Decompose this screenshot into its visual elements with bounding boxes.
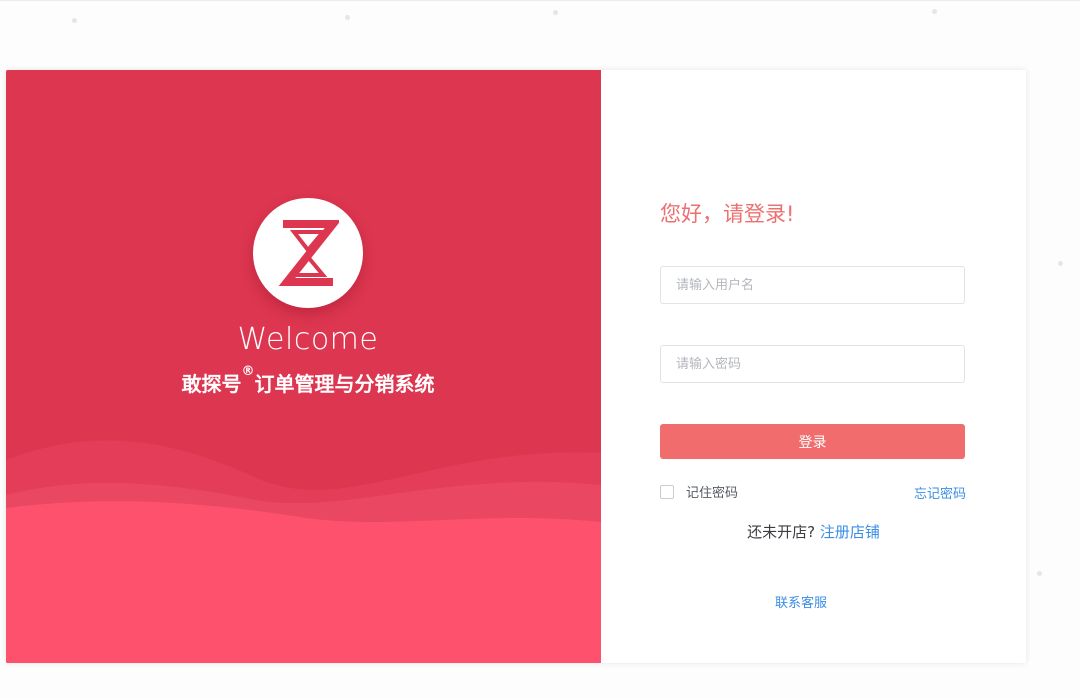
forgot-password-link[interactable]: 忘记密码 [914,483,966,502]
remember-label: 记住密码 [686,486,739,501]
background-dot [1037,571,1042,576]
background-dot [345,15,350,20]
username-input[interactable] [660,266,965,304]
brand-panel: Welcome 敢探号®订单管理与分销系统 [6,70,601,663]
system-name: 敢探号®订单管理与分销系统 [6,364,601,397]
welcome-heading: Welcome [237,322,379,357]
remember-password[interactable]: 记住密码 [660,482,738,501]
login-form-panel: 您好，请登录! 登录 记住密码 忘记密码 还未开店? 注册店铺 联系客服 [601,70,1026,663]
password-input[interactable] [660,345,965,383]
product-name: 订单管理与分销系统 [254,372,435,396]
logo [253,198,363,308]
hourglass-logo-icon [278,220,339,286]
no-store-text: 还未开店? [747,523,816,541]
wave-background [6,440,601,663]
background-dot [553,10,558,15]
login-card: Welcome 敢探号®订单管理与分销系统 您好，请登录! 登录 记住密码 忘记… [6,70,1026,663]
register-prompt: 还未开店? 注册店铺 [601,521,1026,542]
remember-checkbox[interactable] [660,484,674,499]
brand-name: 敢探号 [181,372,242,396]
background-dot [72,18,77,23]
registered-mark: ® [241,364,255,379]
contact-support-link[interactable]: 联系客服 [601,592,1001,611]
login-page: Welcome 敢探号®订单管理与分销系统 您好，请登录! 登录 记住密码 忘记… [0,0,1080,699]
login-greeting: 您好，请登录! [660,202,795,226]
background-dot [932,9,937,14]
background-dot [1058,261,1063,266]
register-store-link[interactable]: 注册店铺 [820,523,880,541]
login-button[interactable]: 登录 [660,424,965,459]
